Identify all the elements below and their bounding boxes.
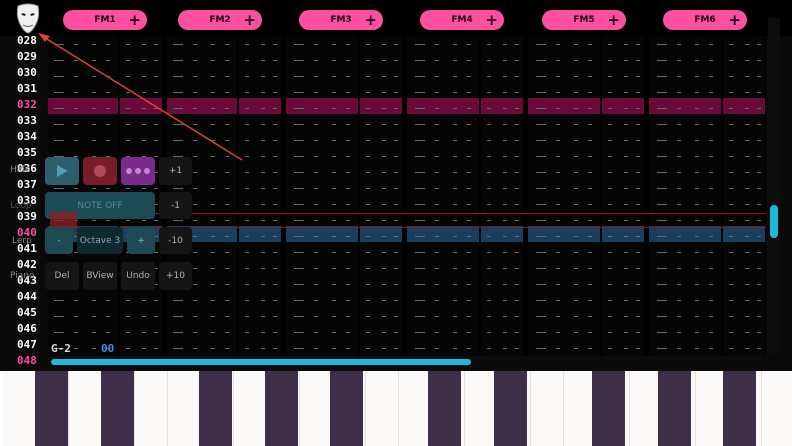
current-instrument: 00 (101, 342, 115, 355)
white-key[interactable] (300, 371, 333, 446)
black-key[interactable] (35, 371, 68, 446)
white-key[interactable] (366, 371, 399, 446)
black-key[interactable] (658, 371, 691, 446)
white-key[interactable] (234, 371, 267, 446)
black-key[interactable] (330, 371, 363, 446)
white-key[interactable] (3, 371, 36, 446)
piano-keyboard[interactable] (0, 371, 792, 446)
white-key[interactable] (135, 371, 168, 446)
black-key[interactable] (101, 371, 134, 446)
black-key[interactable] (428, 371, 461, 446)
white-key[interactable] (531, 371, 564, 446)
black-key[interactable] (494, 371, 527, 446)
horizontal-scrollbar[interactable] (51, 359, 471, 365)
white-key[interactable] (168, 371, 201, 446)
black-key[interactable] (592, 371, 625, 446)
current-note: G-2 (51, 342, 71, 355)
black-key[interactable] (723, 371, 756, 446)
black-key[interactable] (199, 371, 232, 446)
black-key[interactable] (265, 371, 298, 446)
white-key[interactable] (69, 371, 102, 446)
white-key[interactable] (762, 371, 792, 446)
